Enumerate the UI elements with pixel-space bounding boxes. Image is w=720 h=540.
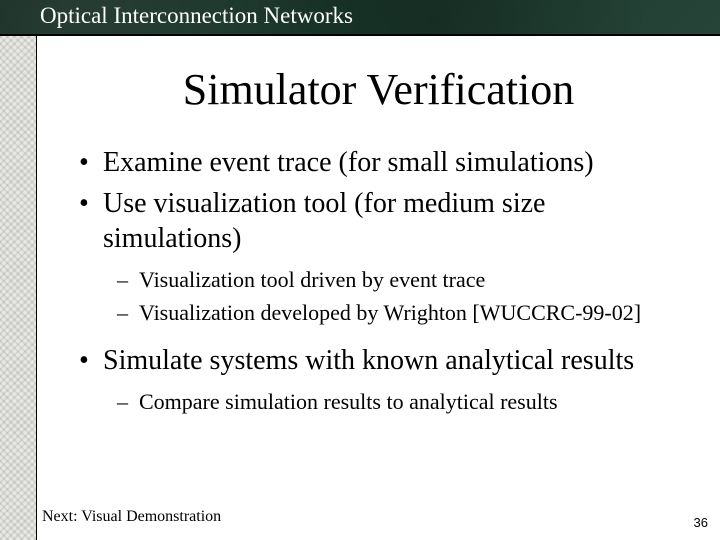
bullet-item: Use visualization tool (for medium size … xyxy=(77,186,682,327)
sub-bullet-text: Visualization tool driven by event trace xyxy=(139,267,485,292)
header-bar: Optical Interconnection Networks xyxy=(0,0,720,36)
sub-bullet-text: Visualization developed by Wrighton [WUC… xyxy=(139,300,641,325)
page-number: 36 xyxy=(694,515,708,530)
bullet-text: Use visualization tool (for medium size … xyxy=(103,188,545,254)
sub-bullet-list: Compare simulation results to analytical… xyxy=(117,388,682,417)
bullet-item: Simulate systems with known analytical r… xyxy=(77,343,682,417)
left-decorative-bar xyxy=(0,0,36,540)
header-title: Optical Interconnection Networks xyxy=(40,3,353,29)
sub-bullet-item: Visualization developed by Wrighton [WUC… xyxy=(117,299,682,328)
sub-bullet-list: Visualization tool driven by event trace… xyxy=(117,266,682,327)
bullet-text: Simulate systems with known analytical r… xyxy=(103,345,634,376)
bullet-text: Examine event trace (for small simulatio… xyxy=(103,147,594,178)
sub-bullet-item: Compare simulation results to analytical… xyxy=(117,388,682,417)
slide-title: Simulator Verification xyxy=(37,64,720,115)
sub-bullet-item: Visualization tool driven by event trace xyxy=(117,266,682,295)
bullet-item: Examine event trace (for small simulatio… xyxy=(77,145,682,180)
sub-bullet-text: Compare simulation results to analytical… xyxy=(139,389,558,414)
slide-content: Simulator Verification Examine event tra… xyxy=(36,36,720,540)
slide: Optical Interconnection Networks Simulat… xyxy=(0,0,720,540)
bullet-list: Examine event trace (for small simulatio… xyxy=(77,145,682,417)
footer-next-label: Next: Visual Demonstration xyxy=(42,508,221,526)
